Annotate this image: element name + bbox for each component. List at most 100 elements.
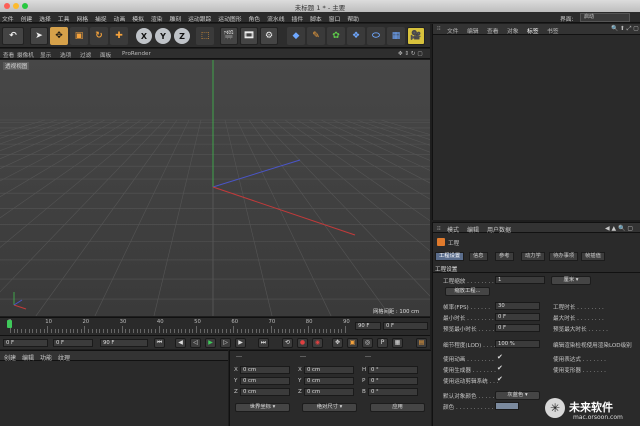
viewport-menu-display[interactable]: 显示 — [40, 51, 51, 59]
keyframe-icon[interactable]: ⟲ — [282, 338, 293, 348]
viewport-menu-options[interactable]: 选项 — [60, 51, 71, 59]
viewport-menu-panel[interactable]: 面板 — [100, 51, 111, 59]
use-animation-checkbox[interactable]: ✔ — [497, 353, 503, 361]
subtab-dynamics[interactable]: 动力学 — [521, 252, 545, 261]
select-arrow-icon[interactable]: ➤ — [30, 27, 48, 45]
menu-item[interactable]: 帮助 — [347, 14, 359, 23]
obj-search-icons[interactable]: 🔍 ⬆ ⤢ ▢ — [611, 26, 639, 33]
menu-item[interactable]: 模拟 — [132, 14, 144, 23]
viewport-menu-view[interactable]: 查看 — [3, 51, 14, 59]
scale-mode-select[interactable]: 绝对尺寸 ▾ — [302, 403, 357, 412]
coord-value-field[interactable]: 0 cm — [240, 366, 290, 374]
move-tool-icon[interactable]: ✥ — [50, 27, 68, 45]
preview-min-field[interactable]: 0 F — [495, 324, 540, 332]
coord-value-field[interactable]: 0 cm — [304, 388, 354, 396]
min-frame-field[interactable]: 0 F — [53, 339, 93, 347]
goto-end-icon[interactable]: ⏭ — [258, 338, 269, 348]
obj-menu-edit[interactable]: 编辑 — [467, 26, 479, 35]
rotate-tool-icon[interactable]: ↻ — [90, 27, 108, 45]
menu-item[interactable]: 工具 — [58, 14, 70, 23]
use-motion-checkbox[interactable]: ✔ — [497, 375, 503, 383]
lod-field[interactable]: 100 % — [495, 340, 540, 348]
material-menu-function[interactable]: 功能 — [40, 353, 52, 362]
coordinate-system-icon[interactable]: ⬚ — [196, 27, 214, 45]
next-key-icon[interactable]: ▶︎ — [235, 338, 246, 348]
pen-spline-icon[interactable]: ✎ — [307, 27, 325, 45]
prev-key-icon[interactable]: ◀︎ — [175, 338, 186, 348]
menu-item[interactable]: 雕刻 — [169, 14, 181, 23]
scale-project-button[interactable]: 缩放工程... — [445, 287, 490, 296]
menu-item[interactable]: 动画 — [114, 14, 126, 23]
cube-icon[interactable]: ◆ — [287, 27, 305, 45]
scale-unit-select[interactable]: 厘米 ▾ — [551, 276, 591, 285]
menu-item[interactable]: 流水线 — [267, 14, 284, 23]
move-key-icon[interactable]: ✥ — [332, 338, 343, 348]
menu-item[interactable]: 渲染 — [151, 14, 163, 23]
viewport-menu-camera[interactable]: 摄像机 — [17, 51, 34, 59]
scale-tool-icon[interactable]: ▣ — [70, 27, 88, 45]
viewport-menu-filter[interactable]: 过滤 — [80, 51, 91, 59]
attr-menu-userdata[interactable]: 用户数据 — [487, 225, 511, 234]
material-menu-create[interactable]: 创建 — [4, 353, 16, 362]
fps-field[interactable]: 30 — [495, 302, 540, 310]
project-scale-field[interactable]: 1 — [495, 276, 545, 284]
menu-item[interactable]: 创建 — [21, 14, 33, 23]
attr-menu-edit[interactable]: 编辑 — [467, 225, 479, 234]
viewport-menu-prorender[interactable]: ProRender — [122, 51, 151, 57]
color-swatch[interactable] — [495, 402, 519, 410]
obj-menu-object[interactable]: 对象 — [507, 26, 519, 35]
coord-value-field[interactable]: 0 ° — [368, 366, 418, 374]
play-icon[interactable]: ▶︎ — [205, 338, 216, 348]
transform-tool-icon[interactable]: ✚ — [110, 27, 128, 45]
record-icon[interactable]: ● — [297, 338, 308, 348]
apply-button[interactable]: 应用 — [370, 403, 425, 412]
menu-item[interactable]: 选择 — [39, 14, 51, 23]
scene-object-icon[interactable]: ⬭ — [367, 27, 385, 45]
menu-item[interactable]: 窗口 — [329, 14, 341, 23]
world-coords-select[interactable]: 世界坐标 ▾ — [235, 403, 290, 412]
y-axis-toggle[interactable]: Y — [155, 28, 171, 44]
obj-menu-tag[interactable]: 标签 — [527, 26, 539, 35]
undo-icon[interactable]: ↶ — [2, 27, 24, 45]
subtab-reference[interactable]: 参考 — [495, 252, 514, 261]
menu-item[interactable]: 网格 — [76, 14, 88, 23]
menu-item[interactable]: 文件 — [2, 14, 14, 23]
deformer-icon[interactable]: ❖ — [347, 27, 365, 45]
subtab-project-settings[interactable]: 工程设置 — [435, 252, 465, 261]
render-view-icon[interactable]: 🎬 — [220, 27, 238, 45]
menu-item[interactable]: 捕捉 — [95, 14, 107, 23]
generator-icon[interactable]: ✿ — [327, 27, 345, 45]
menu-item[interactable]: 插件 — [292, 14, 304, 23]
coord-value-field[interactable]: 0 ° — [368, 388, 418, 396]
coord-value-field[interactable]: 0 cm — [304, 366, 354, 374]
coord-value-field[interactable]: 0 ° — [368, 377, 418, 385]
scale-key-icon[interactable]: ▣ — [347, 338, 358, 348]
obj-menu-icons[interactable]: ⁝⁝ — [437, 26, 441, 32]
layout-select[interactable]: 启动 — [580, 13, 630, 22]
menu-item[interactable]: 脚本 — [310, 14, 322, 23]
pla-key-icon[interactable]: ▦ — [392, 338, 403, 348]
obj-menu-bookmark[interactable]: 书签 — [547, 26, 559, 35]
timeline-window-icon[interactable]: ▤ — [416, 338, 427, 348]
obj-menu-view[interactable]: 查看 — [487, 26, 499, 35]
subtab-todo[interactable]: 待办事项 — [549, 252, 579, 261]
menu-item[interactable]: 运动图形 — [218, 14, 241, 23]
coord-value-field[interactable]: 0 cm — [304, 377, 354, 385]
rotate-key-icon[interactable]: ◎ — [362, 338, 373, 348]
viewport-nav-icons[interactable]: ✥ ⇕ ↻ ▢ — [398, 51, 423, 57]
auto-key-icon[interactable]: ◉ — [312, 338, 323, 348]
end-frame-field[interactable]: 90 F — [355, 322, 381, 330]
default-color-select[interactable]: 灰蓝色 ▾ — [495, 391, 540, 400]
3d-viewport[interactable]: 透视视图 网格间距 : 100 cm — [0, 60, 430, 316]
next-frame-icon[interactable]: ▷ — [220, 338, 231, 348]
start-frame-field[interactable]: 0 F — [3, 339, 48, 347]
camera-icon[interactable]: 🎥 — [407, 27, 425, 45]
render-settings-icon[interactable]: ⚙ — [260, 27, 278, 45]
menu-item[interactable]: 角色 — [249, 14, 261, 23]
menu-item[interactable]: 运动跟踪 — [188, 14, 211, 23]
subtab-frame-interp[interactable]: 帧插值 — [581, 252, 605, 261]
subtab-info[interactable]: 信息 — [469, 252, 488, 261]
material-menu-texture[interactable]: 纹理 — [58, 353, 70, 362]
goto-start-icon[interactable]: ⏮ — [154, 338, 165, 348]
prev-frame-icon[interactable]: ◁ — [190, 338, 201, 348]
